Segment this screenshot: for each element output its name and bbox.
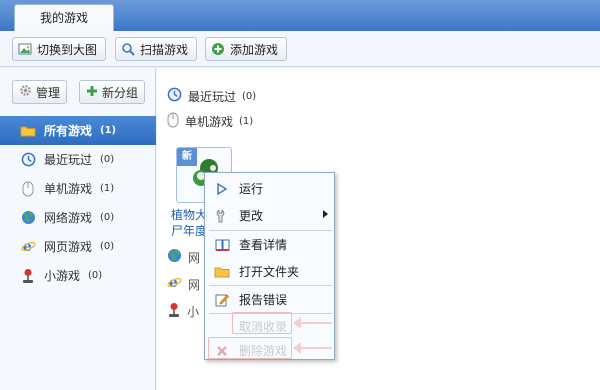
sidebar-item-label: 所有游戏: [44, 124, 93, 138]
add-game-label: 添加游戏: [230, 42, 279, 57]
search-icon: [120, 41, 136, 57]
sidebar-item-count: (1): [100, 183, 115, 194]
sidebar-item-count: (0): [100, 154, 115, 165]
add-icon: [210, 41, 226, 57]
group-header-recent[interactable]: 最近玩过 (0): [167, 87, 256, 105]
group-count: (0): [242, 90, 257, 102]
book-icon: [214, 237, 230, 253]
menu-item-label: 运行: [239, 182, 264, 196]
toolbar: 切换到大图 扫描游戏 添加游戏: [0, 31, 600, 67]
joystick-icon: [167, 302, 181, 321]
sidebar-item-count: (0): [100, 212, 115, 223]
sidebar-item-all-games[interactable]: 所有游戏 (1): [0, 116, 156, 145]
sidebar-item-mini-games[interactable]: 小游戏 (0): [0, 261, 156, 290]
menu-item-change[interactable]: 更改: [205, 202, 334, 229]
mouse-icon: [20, 181, 36, 197]
sidebar-item-label: 小游戏: [44, 269, 81, 283]
sidebar-item-label: 网页游戏: [44, 240, 93, 254]
globe-icon: [167, 248, 182, 266]
group-header-online[interactable]: 网: [167, 248, 200, 266]
scan-games-label: 扫描游戏: [140, 42, 189, 57]
edit-icon: [214, 292, 230, 308]
group-header-mini-games[interactable]: 小: [167, 302, 199, 321]
menu-item-open-folder[interactable]: 打开文件夹: [205, 258, 334, 285]
clock-icon: [20, 152, 36, 168]
title-bar: 我的游戏: [0, 0, 600, 32]
sidebar: 管理 新分组 所有游戏 (1) 最近玩过 (0) 单机游戏 (1) 网络游戏 (…: [0, 68, 156, 390]
sidebar-item-single-player[interactable]: 单机游戏 (1): [0, 174, 156, 203]
sidebar-item-recent[interactable]: 最近玩过 (0): [0, 145, 156, 174]
ie-icon: e: [20, 239, 36, 255]
sidebar-item-label: 最近玩过: [44, 153, 93, 167]
ie-icon: e: [167, 275, 182, 293]
wrench-icon: [214, 208, 230, 224]
plus-icon: [86, 85, 98, 100]
new-group-label: 新分组: [102, 85, 139, 100]
new-group-button[interactable]: 新分组: [79, 80, 146, 104]
submenu-arrow-icon: [323, 210, 328, 218]
highlight-box-unlist: [232, 312, 292, 334]
highlight-box-delete: [208, 337, 292, 359]
folder-icon: [20, 123, 36, 139]
sidebar-item-online[interactable]: 网络游戏 (0): [0, 203, 156, 232]
group-header-single-player[interactable]: 单机游戏 (1): [167, 112, 253, 131]
sidebar-item-web-games[interactable]: e 网页游戏 (0): [0, 232, 156, 261]
group-label: 网: [188, 277, 201, 292]
menu-item-label: 查看详情: [239, 238, 288, 252]
mouse-icon: [167, 112, 179, 131]
group-count: (1): [239, 116, 254, 127]
menu-item-label: 更改: [239, 209, 264, 223]
menu-item-label: 报告错误: [239, 293, 288, 307]
group-label: 网: [188, 250, 201, 265]
sidebar-item-count: (0): [100, 241, 115, 252]
switch-view-button[interactable]: 切换到大图: [12, 37, 107, 61]
group-label: 单机游戏: [185, 115, 234, 129]
menu-item-details[interactable]: 查看详情: [205, 231, 334, 258]
folder-icon: [214, 264, 230, 280]
add-game-button[interactable]: 添加游戏: [205, 37, 288, 61]
menu-item-run[interactable]: 运行: [205, 175, 334, 202]
manage-button[interactable]: 管理: [12, 80, 68, 104]
group-header-web-games[interactable]: e 网: [167, 275, 200, 293]
manage-label: 管理: [36, 85, 61, 100]
switch-view-label: 切换到大图: [37, 42, 98, 57]
sidebar-item-count: (0): [88, 270, 103, 281]
annotation-arrow: [293, 342, 332, 354]
sidebar-item-count: (1): [100, 125, 117, 136]
sidebar-item-label: 网络游戏: [44, 211, 93, 225]
blank-icon: [214, 319, 230, 335]
tab-my-games[interactable]: 我的游戏: [14, 4, 114, 32]
joystick-icon: [20, 268, 36, 284]
globe-icon: [20, 210, 36, 226]
annotation-arrow: [293, 317, 332, 329]
picture-icon: [17, 41, 33, 57]
gear-icon: [19, 84, 32, 100]
menu-item-report-error[interactable]: 报告错误: [205, 286, 334, 313]
clock-icon: [167, 87, 182, 105]
group-label: 小: [187, 305, 200, 319]
group-label: 最近玩过: [188, 89, 237, 104]
scan-games-button[interactable]: 扫描游戏: [115, 37, 198, 61]
play-icon: [214, 181, 230, 197]
sidebar-item-label: 单机游戏: [44, 182, 93, 196]
menu-item-label: 打开文件夹: [239, 265, 300, 279]
